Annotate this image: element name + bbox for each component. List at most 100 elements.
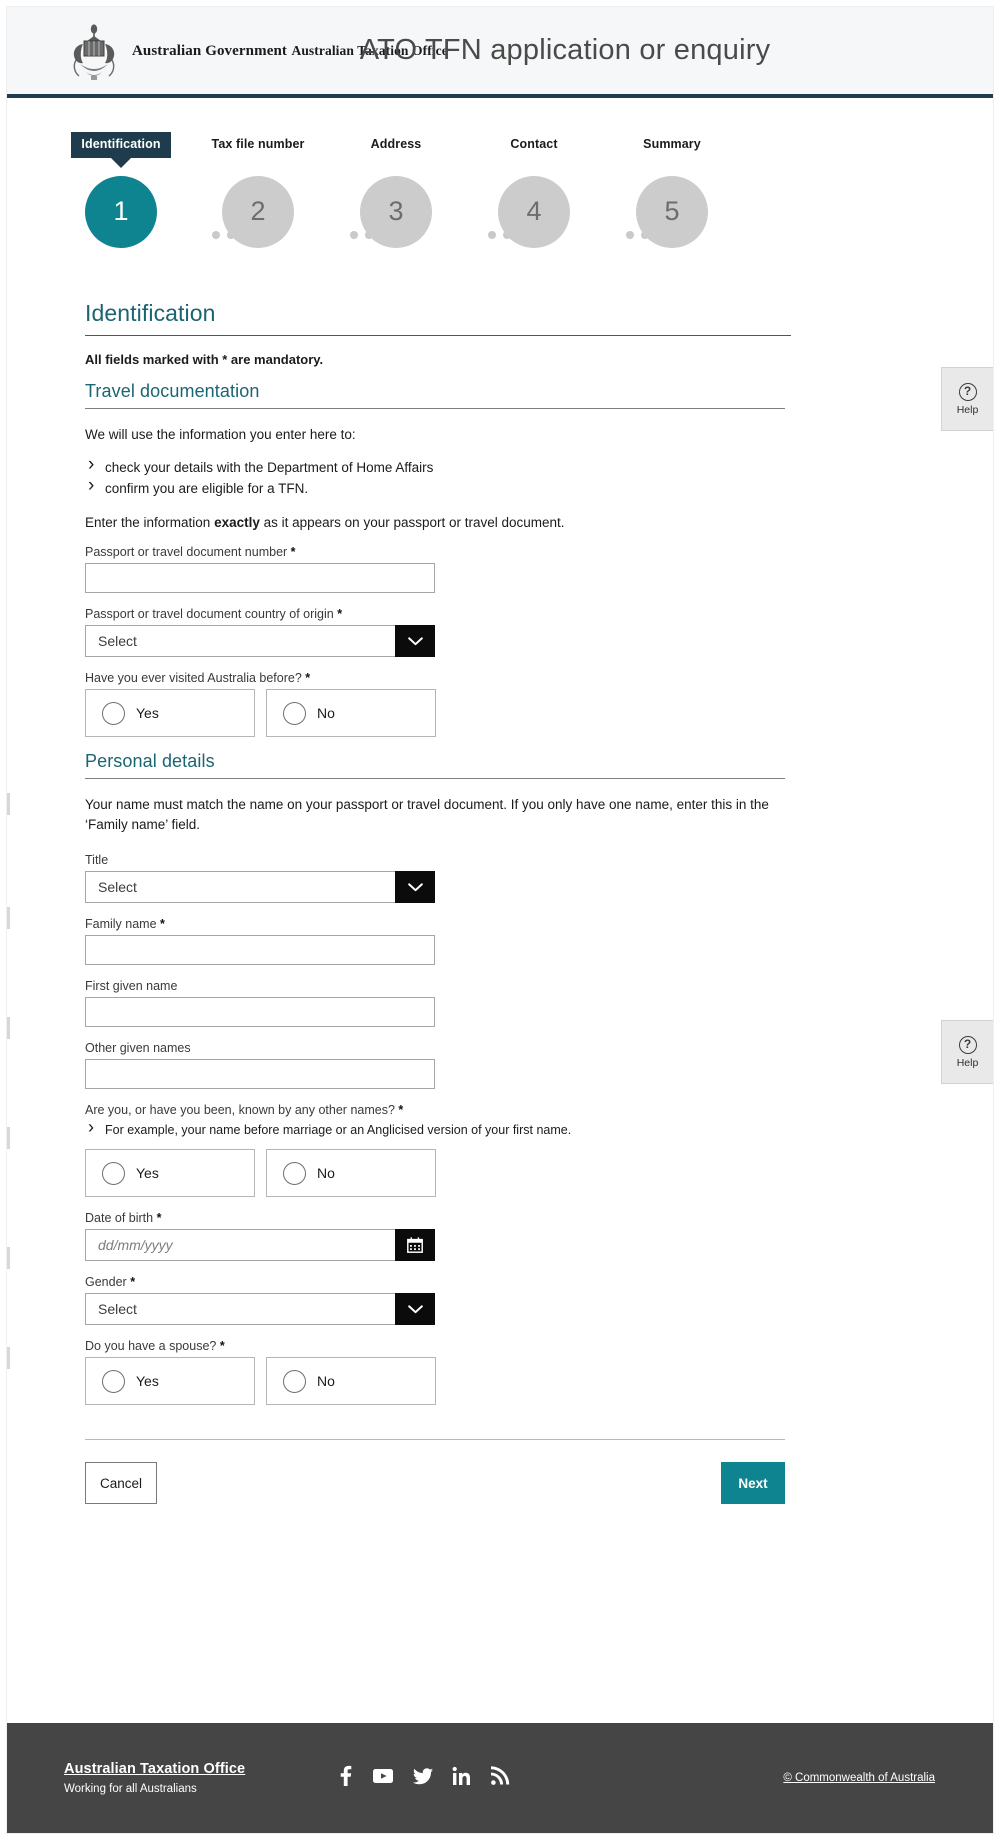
- known-other-names-radio-group: Yes No: [85, 1149, 791, 1197]
- label-text: Passport or travel document number: [85, 545, 288, 559]
- mandatory-fields-note: All fields marked with * are mandatory.: [85, 352, 324, 367]
- field-passport-country: Passport or travel document country of o…: [85, 607, 791, 657]
- calendar-icon[interactable]: [395, 1229, 435, 1261]
- visited-australia-yes[interactable]: Yes: [85, 689, 255, 737]
- required-marker: *: [337, 607, 343, 621]
- travel-exactly-note: Enter the information exactly as it appe…: [85, 513, 791, 533]
- label-gender: Gender *: [85, 1275, 791, 1289]
- cancel-button[interactable]: Cancel: [85, 1462, 157, 1504]
- known-other-names-no[interactable]: No: [266, 1149, 436, 1197]
- facebook-icon[interactable]: [335, 1765, 354, 1792]
- date-of-birth-field[interactable]: dd/mm/yyyy: [85, 1229, 435, 1261]
- travel-intro-text: We will use the information you enter he…: [85, 427, 356, 442]
- travel-bullet-list: check your details with the Department o…: [85, 454, 791, 499]
- step-summary[interactable]: Summary 5: [602, 132, 742, 248]
- field-known-other-names: Are you, or have you been, known by any …: [85, 1103, 791, 1197]
- edge-mark: [7, 793, 10, 815]
- field-title: Title Select: [85, 853, 791, 903]
- footer-brand: Australian Taxation Office Working for a…: [64, 1761, 245, 1795]
- passport-number-input[interactable]: [85, 563, 435, 593]
- chevron-down-icon[interactable]: [395, 871, 435, 903]
- chevron-down-icon[interactable]: [395, 1293, 435, 1325]
- label-text: Gender: [85, 1275, 127, 1289]
- label-text: Do you have a spouse?: [85, 1339, 217, 1353]
- section-title-personal-details: Personal details: [85, 751, 215, 771]
- label-other-given-names: Other given names: [85, 1041, 191, 1055]
- label-title: Title: [85, 853, 109, 867]
- help-tab-bottom[interactable]: ? Help: [941, 1020, 993, 1084]
- step-circle-5: 5: [636, 175, 708, 248]
- title-divider: [85, 335, 791, 336]
- label-text: Family name: [85, 917, 157, 931]
- radio-circle-icon: [102, 701, 125, 725]
- gender-value: Select: [85, 1293, 435, 1325]
- step-circle-1: 1: [85, 175, 157, 248]
- section-divider-travel: [85, 408, 785, 409]
- visited-australia-no[interactable]: No: [266, 689, 436, 737]
- label-text: Are you, or have you been, known by any …: [85, 1103, 395, 1117]
- linkedin-icon[interactable]: [452, 1766, 472, 1791]
- exact-bold: exactly: [214, 515, 260, 530]
- edge-mark: [7, 1017, 10, 1039]
- passport-country-select[interactable]: Select: [85, 625, 435, 657]
- question-mark-icon: ?: [958, 1035, 977, 1054]
- field-visited-australia: Have you ever visited Australia before? …: [85, 671, 791, 737]
- gender-select[interactable]: Select: [85, 1293, 435, 1325]
- first-given-name-input[interactable]: [85, 997, 435, 1027]
- footer-org-link[interactable]: Australian Taxation Office: [64, 1761, 245, 1777]
- step-contact[interactable]: Contact 4: [464, 132, 604, 248]
- progress-stepper: Identification 1 Tax file number 2 Addre…: [7, 132, 993, 300]
- twitter-icon[interactable]: [412, 1765, 434, 1792]
- page-title: Identification: [85, 300, 216, 326]
- field-other-given-names: Other given names: [85, 1041, 791, 1089]
- radio-circle-icon: [102, 1161, 125, 1185]
- site-header: Australian Government Australian Taxatio…: [7, 7, 993, 98]
- main-content: Identification All fields marked with * …: [7, 300, 993, 1504]
- title-select[interactable]: Select: [85, 871, 435, 903]
- step-identification[interactable]: Identification 1: [51, 132, 191, 248]
- help-tab-top[interactable]: ? Help: [941, 367, 993, 431]
- page-title-header: ATO TFN application or enquiry: [359, 34, 771, 66]
- app-frame: Australian Government Australian Taxatio…: [7, 7, 993, 1833]
- spouse-yes[interactable]: Yes: [85, 1357, 255, 1405]
- personal-intro-text: Your name must match the name on your pa…: [85, 797, 769, 832]
- help-tab-label: Help: [956, 403, 979, 416]
- date-of-birth-placeholder[interactable]: dd/mm/yyyy: [85, 1229, 435, 1261]
- required-marker: *: [305, 671, 311, 685]
- label-known-other-names: Are you, or have you been, known by any …: [85, 1103, 791, 1117]
- exact-post: as it appears on your passport or travel…: [259, 515, 565, 530]
- footer-tagline: Working for all Australians: [64, 1783, 197, 1795]
- footer-social-links: [335, 1765, 510, 1792]
- youtube-icon[interactable]: [372, 1765, 394, 1792]
- required-marker: *: [160, 917, 165, 931]
- required-marker: *: [398, 1103, 404, 1117]
- step-label-tax-file-number: Tax file number: [211, 137, 305, 151]
- required-marker: *: [290, 545, 296, 559]
- title-value: Select: [85, 871, 435, 903]
- radio-label: Yes: [136, 1373, 159, 1389]
- edge-mark: [7, 1127, 10, 1149]
- chevron-down-icon[interactable]: [395, 625, 435, 657]
- radio-label: Yes: [136, 1165, 159, 1181]
- edge-mark: [7, 1347, 10, 1369]
- other-given-names-input[interactable]: [85, 1059, 435, 1089]
- form-container: Identification All fields marked with * …: [85, 300, 791, 1504]
- step-label-contact: Contact: [510, 137, 558, 151]
- rss-icon[interactable]: [490, 1765, 510, 1791]
- label-first-given-name: First given name: [85, 979, 178, 993]
- family-name-input[interactable]: [85, 935, 435, 965]
- label-text: Passport or travel document country of o…: [85, 607, 334, 621]
- required-marker: *: [130, 1275, 136, 1289]
- spouse-no[interactable]: No: [266, 1357, 436, 1405]
- edge-mark: [7, 907, 10, 929]
- required-marker: *: [156, 1211, 162, 1225]
- section-divider-personal: [85, 778, 785, 779]
- footer-copyright-link[interactable]: © Commonwealth of Australia: [783, 1772, 935, 1784]
- field-gender: Gender * Select: [85, 1275, 791, 1325]
- label-passport-country: Passport or travel document country of o…: [85, 607, 791, 621]
- step-tax-file-number[interactable]: Tax file number 2: [188, 132, 328, 248]
- passport-country-value: Select: [85, 625, 435, 657]
- known-other-names-yes[interactable]: Yes: [85, 1149, 255, 1197]
- step-address[interactable]: Address 3: [326, 132, 466, 248]
- next-button[interactable]: Next: [721, 1462, 785, 1504]
